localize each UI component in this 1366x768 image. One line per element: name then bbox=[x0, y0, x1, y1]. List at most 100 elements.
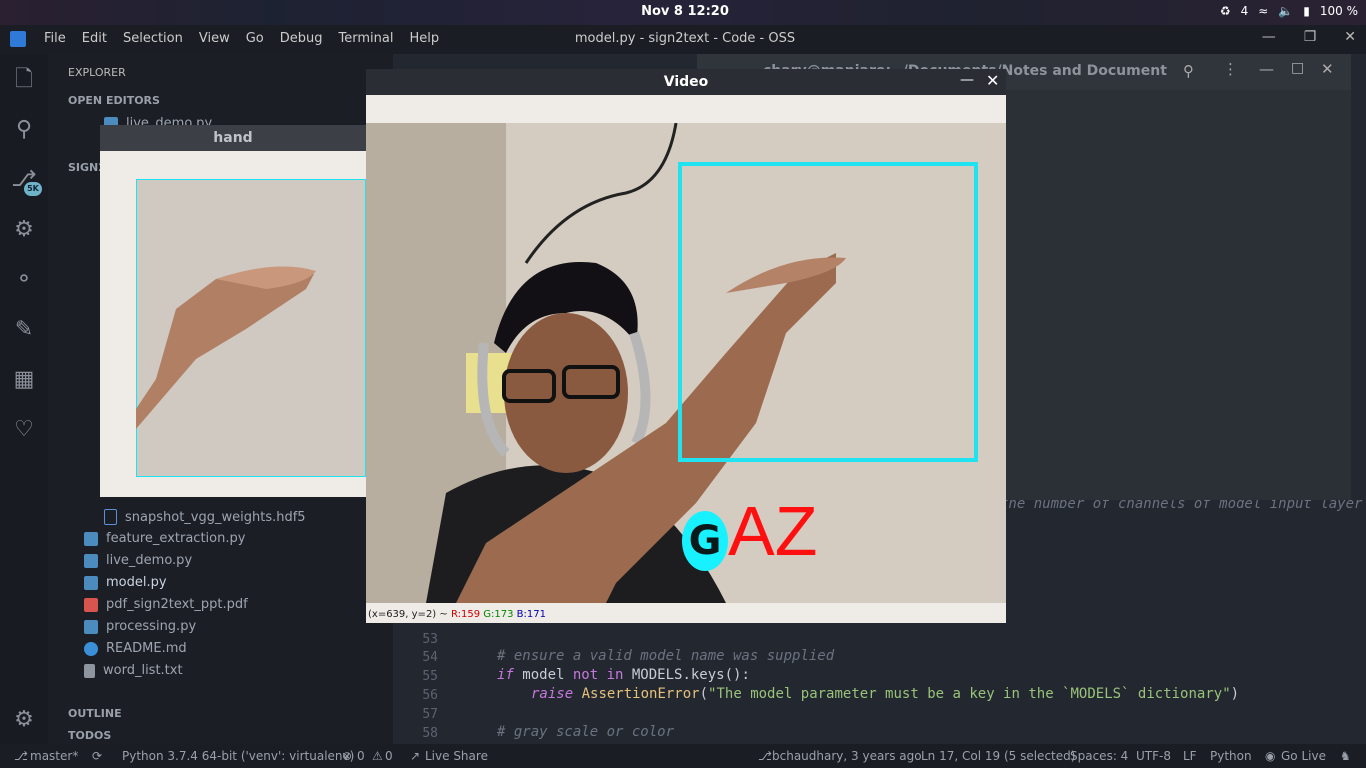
branch-icon[interactable]: ⎇ bbox=[14, 749, 28, 763]
git-graph-icon[interactable]: ⚬ bbox=[10, 266, 38, 294]
line-ending[interactable]: LF bbox=[1183, 749, 1197, 763]
clock[interactable]: Nov 8 12:20 bbox=[600, 4, 770, 19]
vscode-titlebar: File Edit Selection View Go Debug Termin… bbox=[0, 25, 1366, 54]
text-file-icon bbox=[84, 663, 95, 678]
close-icon[interactable]: ✕ bbox=[986, 71, 999, 90]
line-number: 53 bbox=[422, 632, 438, 647]
file-snapshot-weights[interactable]: snapshot_vgg_weights.hdf5 bbox=[104, 509, 306, 525]
shield-icon[interactable]: ♻ bbox=[1220, 4, 1231, 18]
menu-bar: File Edit Selection View Go Debug Termin… bbox=[44, 31, 439, 46]
line-number: 58 bbox=[422, 726, 438, 741]
info-icon bbox=[84, 641, 98, 656]
python-file-icon bbox=[84, 575, 98, 590]
menu-terminal[interactable]: Terminal bbox=[339, 31, 394, 46]
warning-count[interactable]: 0 bbox=[385, 749, 393, 763]
prediction-text: AZ bbox=[728, 492, 818, 570]
file-icon bbox=[104, 509, 117, 525]
close-icon[interactable]: ✕ bbox=[1321, 60, 1334, 78]
file-readme[interactable]: README.md bbox=[84, 641, 187, 656]
hand-window-title: hand bbox=[100, 125, 366, 151]
file-feature-extraction[interactable]: feature_extraction.py bbox=[84, 531, 245, 546]
minimize-icon[interactable]: — bbox=[1259, 60, 1274, 78]
minimize-icon[interactable]: — bbox=[1262, 29, 1276, 45]
line-number: 57 bbox=[422, 707, 438, 722]
gear-icon[interactable]: ⚙ bbox=[10, 706, 38, 734]
python-file-icon bbox=[84, 553, 98, 568]
menu-selection[interactable]: Selection bbox=[123, 31, 183, 46]
roi-box bbox=[678, 162, 978, 462]
code-line: # gray scale or color bbox=[497, 724, 675, 740]
warning-icon[interactable]: ⚠ bbox=[372, 749, 383, 763]
file-pdf[interactable]: pdf_sign2text_ppt.pdf bbox=[84, 597, 248, 612]
todos-section[interactable]: TODOS bbox=[68, 729, 111, 742]
file-live-demo[interactable]: live_demo.py bbox=[84, 553, 192, 568]
video-window-title: Video bbox=[366, 69, 1006, 95]
encoding[interactable]: UTF-8 bbox=[1136, 749, 1171, 763]
prediction-blob: G bbox=[682, 511, 728, 571]
search-icon[interactable]: ⚲ bbox=[10, 116, 38, 144]
maximize-icon[interactable]: □ bbox=[1291, 60, 1304, 76]
menu-help[interactable]: Help bbox=[409, 31, 439, 46]
extensions-icon[interactable]: ▦ bbox=[10, 366, 38, 394]
git-branch[interactable]: master* bbox=[30, 749, 78, 763]
line-number: 54 bbox=[422, 650, 438, 665]
system-top-panel: Nov 8 12:20 ♻ 4 ≈ 🔈 ▮ 100 % bbox=[0, 0, 1366, 25]
remote-icon[interactable]: ✎ bbox=[10, 316, 38, 344]
vscode-logo-icon bbox=[10, 31, 26, 47]
hand-window[interactable]: hand bbox=[100, 125, 366, 497]
scm-badge: 5K bbox=[24, 182, 42, 196]
broadcast-icon[interactable]: ◉ bbox=[1265, 749, 1275, 763]
indentation[interactable]: Spaces: 4 bbox=[1070, 749, 1128, 763]
pdf-file-icon bbox=[84, 597, 98, 612]
code-line: # ensure a valid model name was supplied bbox=[497, 648, 835, 664]
blame-icon: ⎇ bbox=[758, 749, 772, 763]
battery-level: 100 % bbox=[1319, 4, 1358, 18]
menu-file[interactable]: File bbox=[44, 31, 66, 46]
go-live-button[interactable]: Go Live bbox=[1281, 749, 1326, 763]
battery-icon[interactable]: ▮ bbox=[1303, 4, 1310, 18]
minimize-icon[interactable]: — bbox=[960, 72, 974, 88]
menu-view[interactable]: View bbox=[199, 31, 230, 46]
pixel-status: (x=639, y=2) ~ R:159 G:173 B:171 bbox=[368, 609, 546, 620]
status-bar: ⎇ master* ⟳ Python 3.7.4 64-bit ('venv':… bbox=[0, 744, 1366, 768]
bell-icon[interactable]: ♞ bbox=[1340, 749, 1351, 763]
debug-icon[interactable]: ⚙ bbox=[10, 216, 38, 244]
close-icon[interactable]: ✕ bbox=[1344, 29, 1356, 45]
error-count[interactable]: 0 bbox=[357, 749, 365, 763]
more-icon[interactable]: ⋮ bbox=[1223, 60, 1238, 78]
language-mode[interactable]: Python bbox=[1210, 749, 1252, 763]
wifi-icon[interactable]: ≈ bbox=[1258, 4, 1268, 18]
cursor-position[interactable]: Ln 17, Col 19 (5 selected) bbox=[921, 749, 1075, 763]
menu-go[interactable]: Go bbox=[246, 31, 264, 46]
search-icon[interactable]: ⚲ bbox=[1183, 62, 1194, 80]
webcam-frame: G AZ bbox=[366, 123, 1006, 603]
explorer-header: EXPLORER bbox=[68, 66, 126, 79]
sync-icon[interactable]: ⟳ bbox=[92, 749, 102, 763]
update-count[interactable]: 4 bbox=[1241, 4, 1249, 18]
live-share-icon[interactable]: ↗ bbox=[410, 749, 420, 763]
live-share-button[interactable]: Live Share bbox=[425, 749, 488, 763]
python-interpreter[interactable]: Python 3.7.4 64-bit ('venv': virtualenv) bbox=[122, 749, 354, 763]
line-number: 56 bbox=[422, 688, 438, 703]
volume-icon[interactable]: 🔈 bbox=[1278, 4, 1293, 18]
live-share-icon[interactable]: ♡ bbox=[10, 416, 38, 444]
file-processing[interactable]: processing.py bbox=[84, 619, 196, 634]
hand-crop-image bbox=[136, 179, 366, 477]
video-window[interactable]: Video — ✕ G AZ (x=639, y=2) ~ R:159 G:17… bbox=[366, 69, 1006, 623]
file-word-list[interactable]: word_list.txt bbox=[84, 663, 183, 678]
file-model[interactable]: model.py bbox=[84, 575, 167, 590]
python-file-icon bbox=[84, 619, 98, 634]
explorer-icon[interactable]: 🗋 bbox=[10, 66, 38, 94]
code-line: raise AssertionError("The model paramete… bbox=[531, 686, 1240, 702]
menu-debug[interactable]: Debug bbox=[280, 31, 323, 46]
line-number: 55 bbox=[422, 669, 438, 684]
git-blame[interactable]: bchaudhary, 3 years ago bbox=[772, 749, 922, 763]
menu-edit[interactable]: Edit bbox=[82, 31, 107, 46]
outline-section[interactable]: OUTLINE bbox=[68, 707, 122, 720]
window-title: model.py - sign2text - Code - OSS bbox=[574, 31, 796, 46]
restore-icon[interactable]: ❐ bbox=[1304, 29, 1317, 45]
system-tray: ♻ 4 ≈ 🔈 ▮ 100 % bbox=[1220, 4, 1358, 18]
open-editors-section[interactable]: OPEN EDITORS bbox=[68, 94, 160, 107]
errors-icon[interactable]: ⊗ bbox=[342, 749, 352, 763]
activity-bar: 🗋 ⚲ ⎇ 5K ⚙ ⚬ ✎ ▦ ♡ ⚙ bbox=[0, 54, 48, 744]
